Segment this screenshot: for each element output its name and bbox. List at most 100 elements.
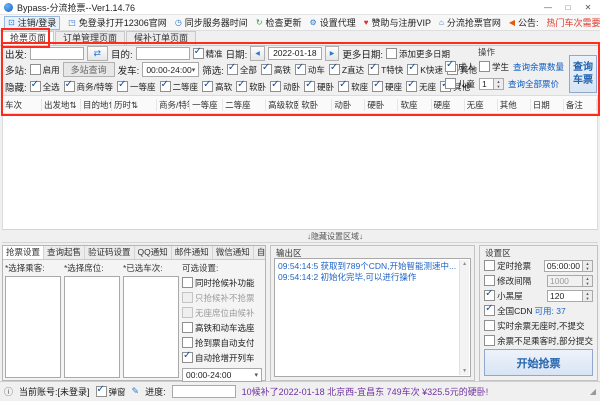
hide-checkbox[interactable]: 软卧 — [236, 81, 266, 93]
close-button[interactable]: ✕ — [580, 1, 596, 14]
hide-checkbox[interactable]: 硬座 — [372, 81, 402, 93]
hide-checkbox[interactable]: 一等座 — [117, 81, 156, 93]
stepper-arrows-icon[interactable]: ▲▼ — [494, 78, 504, 90]
settings-tab[interactable]: QQ通知 — [135, 246, 172, 259]
next-date-button[interactable]: ▶ — [325, 46, 340, 61]
precise-checkbox[interactable]: 精准 — [193, 48, 223, 60]
check-update-button[interactable]: ↻ 检查更新 — [256, 16, 302, 29]
stepper-arrows-icon[interactable]: ▲▼ — [583, 290, 593, 302]
option-checkbox[interactable]: 同时抢候补功能 — [182, 276, 255, 289]
timed-grab-checkbox[interactable]: 定时抢票 — [484, 260, 531, 272]
option-checkbox[interactable]: 无座席位由候补 — [182, 306, 255, 319]
prev-date-button[interactable]: ◀ — [250, 46, 265, 61]
output-scrollbar[interactable]: ▲ ▼ — [459, 260, 469, 375]
hide-checkbox[interactable]: 软座 — [338, 81, 368, 93]
settings-tab[interactable]: 自动支付 — [254, 246, 265, 259]
no-seat-checkbox[interactable]: 实时余票无座时,不提交 — [484, 320, 584, 332]
cdn-checkbox[interactable]: 全国CDN — [484, 305, 532, 317]
stepper-arrows-icon[interactable]: ▲▼ — [583, 260, 593, 272]
student-checkbox[interactable]: 学生 — [479, 61, 509, 73]
table-header-cell[interactable]: 目的地⇅ — [81, 99, 112, 111]
table-header-cell[interactable]: 日期 — [531, 99, 564, 111]
main-tab[interactable]: 候补订单页面 — [126, 31, 196, 45]
depart-time-select[interactable]: 00:00-24:00 ▾ — [142, 62, 199, 77]
query-all-price-link[interactable]: 查询全部票价 — [508, 78, 559, 90]
date-input[interactable]: 2022-01-18 — [268, 47, 322, 60]
start-grab-button[interactable]: 开始抢票 — [484, 349, 593, 376]
child-count-stepper[interactable]: 1 ▲▼ — [479, 78, 504, 90]
table-header-cell[interactable]: 出发地⇅ — [42, 99, 81, 111]
add-more-dates-checkbox[interactable]: 添加更多日期 — [386, 48, 450, 60]
table-header-cell[interactable]: 车次 — [3, 99, 42, 111]
interval-checkbox[interactable]: 修改间隔 — [484, 275, 531, 287]
scroll-up-icon[interactable]: ▲ — [462, 261, 467, 267]
filter-checkbox[interactable]: Z直达 — [329, 64, 364, 76]
minimize-button[interactable]: — — [540, 1, 556, 14]
option-checkbox[interactable]: 只抢候补不抢票 — [182, 291, 255, 304]
option-time-select[interactable]: 00:00-24:00 ▾ — [182, 368, 262, 382]
settings-tab[interactable]: 邮件通知 — [172, 246, 213, 259]
multi-station-query-button[interactable]: 多站查询 — [63, 62, 115, 77]
option-checkbox[interactable]: 高铁和动车选座 — [182, 321, 255, 334]
filter-checkbox[interactable]: 高铁 — [261, 64, 291, 76]
settings-tab[interactable]: 验证码设置 — [85, 246, 135, 259]
hide-checkbox[interactable]: 动卧 — [270, 81, 300, 93]
trains-listbox[interactable] — [123, 276, 179, 378]
hide-checkbox[interactable]: 全选 — [30, 81, 60, 93]
sponsor-vip-button[interactable]: ♥ 赞助与注册VIP — [364, 16, 431, 29]
table-header-cell[interactable]: 软卧 — [299, 99, 332, 111]
passengers-listbox[interactable] — [5, 276, 61, 378]
filter-checkbox[interactable]: 动车 — [295, 64, 325, 76]
table-header-cell[interactable]: 无座 — [465, 99, 498, 111]
main-tab[interactable]: 抢票页面 — [2, 31, 54, 45]
main-tab[interactable]: 订单管理页面 — [55, 31, 125, 45]
settings-tab[interactable]: 微信通知 — [213, 246, 254, 259]
hide-checkbox[interactable]: 高软 — [202, 81, 232, 93]
output-log[interactable]: 09:54:14:5 获取到789个CDN,开始智能测速中...09:54:14… — [274, 258, 471, 377]
filter-checkbox[interactable]: T特快 — [368, 64, 403, 76]
table-header-cell[interactable]: 硬卧 — [365, 99, 398, 111]
swap-stations-button[interactable]: ⇄ — [87, 46, 108, 61]
multi-station-enable-checkbox[interactable]: 启用 — [30, 64, 60, 76]
table-header-cell[interactable]: 历时⇅ — [112, 99, 157, 111]
open-12306-button[interactable]: ◳ 免登录打开12306官网 — [68, 16, 167, 29]
table-header-cell[interactable]: 其他 — [498, 99, 531, 111]
logout-login-button[interactable]: ⊡ 注销/登录 — [4, 16, 60, 30]
table-header-cell[interactable]: 硬座 — [432, 99, 465, 111]
hide-checkbox[interactable]: 商务/特等 — [64, 81, 113, 93]
filter-checkbox[interactable]: 全部 — [227, 64, 257, 76]
dest-input[interactable] — [136, 47, 190, 60]
option-checkbox[interactable]: 抢到票自动支付 — [182, 336, 255, 349]
official-site-button[interactable]: ⌂ 分流抢票官网 — [439, 16, 501, 29]
depart-input[interactable] — [30, 47, 84, 60]
sync-time-button[interactable]: ◷ 同步服务器时间 — [175, 16, 248, 29]
query-ticket-button[interactable]: 查询车票 — [569, 55, 597, 93]
adult-checkbox[interactable]: 成人 — [445, 61, 475, 73]
table-header-cell[interactable]: 软座 — [398, 99, 431, 111]
popup-checkbox[interactable]: 弹窗 — [96, 386, 126, 398]
hide-settings-splitter[interactable]: ↓隐藏设置区域↓ — [2, 229, 598, 243]
table-header-cell[interactable]: 高级软卧 — [266, 99, 299, 111]
partial-submit-checkbox[interactable]: 余票不足乘客时,部分提交 — [484, 335, 593, 347]
set-proxy-button[interactable]: ⚙ 设置代理 — [310, 16, 356, 29]
filter-checkbox[interactable]: K快速 — [407, 64, 443, 76]
settings-tab[interactable]: 抢票设置 — [3, 246, 44, 259]
timed-grab-time-stepper[interactable]: 05:00:00▲▼ — [544, 260, 593, 272]
table-header-cell[interactable]: 一等座 — [190, 99, 223, 111]
seats-listbox[interactable] — [64, 276, 120, 378]
scroll-down-icon[interactable]: ▼ — [462, 368, 467, 374]
resize-grip[interactable]: ◢ — [590, 387, 596, 396]
hide-checkbox[interactable]: 二等座 — [160, 81, 199, 93]
option-checkbox[interactable]: 自动抢增开列车 — [182, 351, 255, 364]
maximize-button[interactable]: □ — [560, 1, 576, 14]
hide-checkbox[interactable]: 硬卧 — [304, 81, 334, 93]
blackroom-checkbox[interactable]: 小黑屋 — [484, 290, 523, 302]
blackroom-stepper[interactable]: 120▲▼ — [547, 290, 593, 302]
table-header-cell[interactable]: 动卧 — [332, 99, 365, 111]
hide-checkbox[interactable]: 无座 — [406, 81, 436, 93]
settings-tab[interactable]: 查询起售 — [44, 246, 85, 259]
table-header-cell[interactable]: 商务/特等 — [157, 99, 190, 111]
table-header-cell[interactable]: 二等座 — [223, 99, 266, 111]
query-remaining-link[interactable]: 查询余票数量 — [513, 61, 564, 73]
table-header-cell[interactable]: 备注 — [564, 99, 597, 111]
